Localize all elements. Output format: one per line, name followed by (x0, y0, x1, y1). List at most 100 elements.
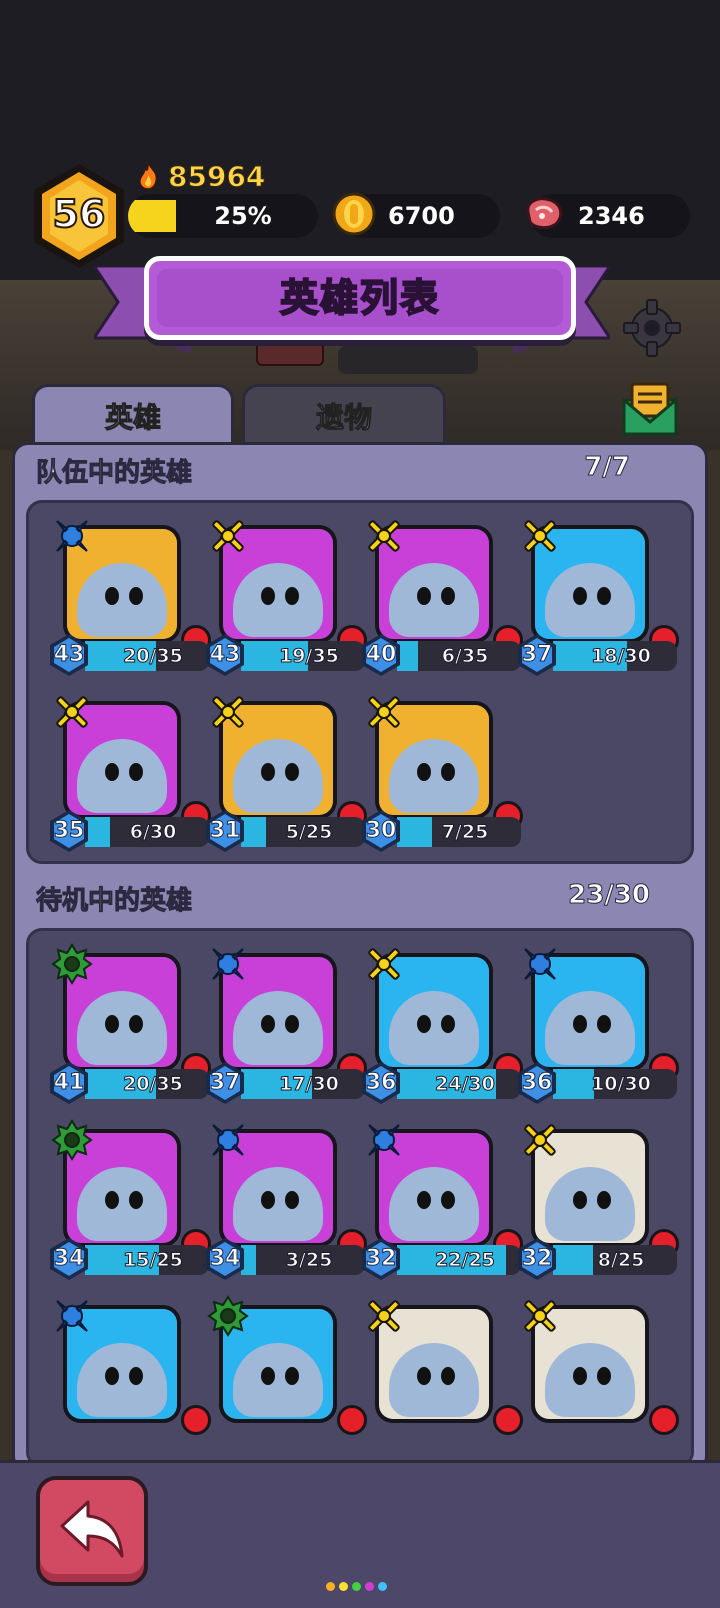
fragment-count: 17/30 (279, 1073, 340, 1096)
fragment-progress-bar: 20/35 (85, 1069, 209, 1099)
fragment-count: 10/30 (591, 1073, 652, 1096)
hero-card[interactable]: 24/30 36 (357, 943, 523, 1105)
exp-percent: 25% (214, 202, 272, 230)
hero-level: 43 (209, 642, 241, 668)
fragment-count: 8/25 (597, 1249, 645, 1272)
standby-section-title: 待机中的英雄 (35, 886, 193, 917)
hero-card[interactable] (357, 1295, 523, 1457)
hero-class-icon (51, 1295, 93, 1337)
hero-card[interactable]: 3/25 34 (201, 1119, 367, 1281)
fragment-progress-bar: 6/30 (85, 817, 209, 847)
hero-level: 37 (521, 642, 553, 668)
fragment-progress-bar: 20/35 (85, 641, 209, 671)
fragment-progress-bar: 6/35 (397, 641, 521, 671)
fragment-count: 19/35 (279, 645, 340, 668)
fragment-count: 22/25 (435, 1249, 496, 1272)
standby-section-count: 23/30 (568, 880, 651, 911)
fragment-progress-bar: 10/30 (553, 1069, 677, 1099)
hero-class-icon (519, 1119, 561, 1161)
hero-class-icon (363, 515, 405, 557)
hero-class-icon (207, 515, 249, 557)
hero-card[interactable]: 6/35 40 (357, 515, 523, 677)
hero-card[interactable]: 15/25 34 (45, 1119, 211, 1281)
exp-bar: 25% (128, 194, 318, 238)
fragment-count: 6/30 (129, 821, 177, 844)
hero-card[interactable]: 17/30 37 (201, 943, 367, 1105)
hero-card[interactable]: 5/25 31 (201, 691, 367, 853)
mail-icon[interactable] (618, 378, 682, 438)
stage-progress-background (338, 346, 478, 374)
notification-dot (649, 1405, 679, 1435)
fragment-count: 6/35 (441, 645, 489, 668)
fragment-count: 20/35 (123, 1073, 184, 1096)
hero-class-icon (51, 943, 93, 985)
hero-level: 41 (53, 1070, 85, 1096)
fragment-progress-bar: 15/25 (85, 1245, 209, 1275)
hero-card[interactable]: 22/25 32 (357, 1119, 523, 1281)
hero-class-icon (519, 1295, 561, 1337)
hero-card[interactable]: 6/30 35 (45, 691, 211, 853)
back-button[interactable] (36, 1476, 148, 1586)
hero-card[interactable]: 7/25 30 (357, 691, 523, 853)
team-section-title: 队伍中的英雄 (35, 458, 193, 489)
fragment-count: 15/25 (123, 1249, 184, 1272)
fragment-progress-bar: 17/30 (241, 1069, 365, 1099)
tab-relics[interactable]: 遗物 (242, 384, 446, 446)
hero-card[interactable]: 20/35 41 (45, 943, 211, 1105)
player-level-text: 56 (52, 191, 107, 237)
fragment-progress-bar: 24/30 (397, 1069, 521, 1099)
fragment-count: 7/25 (441, 821, 489, 844)
gold-value: 6700 (388, 202, 455, 230)
hero-card[interactable]: 8/25 32 (513, 1119, 679, 1281)
hero-class-icon (51, 1119, 93, 1161)
hero-class-icon (207, 691, 249, 733)
power-value: 85964 (167, 159, 266, 193)
hero-class-icon (207, 1119, 249, 1161)
meat-icon (526, 197, 563, 230)
team-section-count: 7/7 (584, 452, 631, 483)
title-banner: 英雄列表 (144, 256, 576, 340)
hero-class-icon (363, 943, 405, 985)
fragment-count: 5/25 (285, 821, 333, 844)
hero-card[interactable]: 20/35 43 (45, 515, 211, 677)
power-display: 85964 (136, 159, 266, 193)
hero-class-icon (363, 691, 405, 733)
meat-value: 2346 (578, 202, 645, 230)
hero-level: 34 (53, 1246, 85, 1272)
hero-class-icon (363, 1119, 405, 1161)
fragment-count: 18/30 (591, 645, 652, 668)
flame-icon (139, 162, 158, 190)
hero-level: 40 (365, 642, 397, 668)
hero-level: 30 (365, 818, 397, 844)
hero-card[interactable] (513, 1295, 679, 1457)
hero-level: 32 (521, 1246, 553, 1272)
gear-icon[interactable] (620, 296, 684, 360)
hero-level: 34 (209, 1246, 241, 1272)
hero-card[interactable] (201, 1295, 367, 1457)
fragment-count: 24/30 (435, 1073, 496, 1096)
hero-level: 32 (365, 1246, 397, 1272)
hero-level: 36 (521, 1070, 553, 1096)
back-arrow-icon (60, 1500, 124, 1558)
fragment-progress-bar: 22/25 (397, 1245, 521, 1275)
hero-level: 43 (53, 642, 85, 668)
tab-heroes[interactable]: 英雄 (32, 384, 234, 446)
hero-card[interactable] (45, 1295, 211, 1457)
hero-card[interactable]: 19/35 43 (201, 515, 367, 677)
hero-class-icon (207, 1295, 249, 1337)
hero-card[interactable]: 10/30 36 (513, 943, 679, 1105)
fragment-progress-bar: 7/25 (397, 817, 521, 847)
hero-card[interactable]: 18/30 37 (513, 515, 679, 677)
page-indicator (326, 1582, 387, 1591)
hero-level: 37 (209, 1070, 241, 1096)
hero-class-icon (519, 515, 561, 557)
fragment-count: 3/25 (285, 1249, 333, 1272)
team-grid: 20/35 43 19/35 43 6/35 40 18/30 37 6/30 … (26, 500, 694, 864)
fragment-count: 20/35 (123, 645, 184, 668)
hero-class-icon (207, 943, 249, 985)
fragment-progress-bar: 19/35 (241, 641, 365, 671)
hero-level: 36 (365, 1070, 397, 1096)
page-title: 英雄列表 (279, 275, 440, 321)
fragment-progress-bar: 5/25 (241, 817, 365, 847)
fragment-progress-bar: 18/30 (553, 641, 677, 671)
